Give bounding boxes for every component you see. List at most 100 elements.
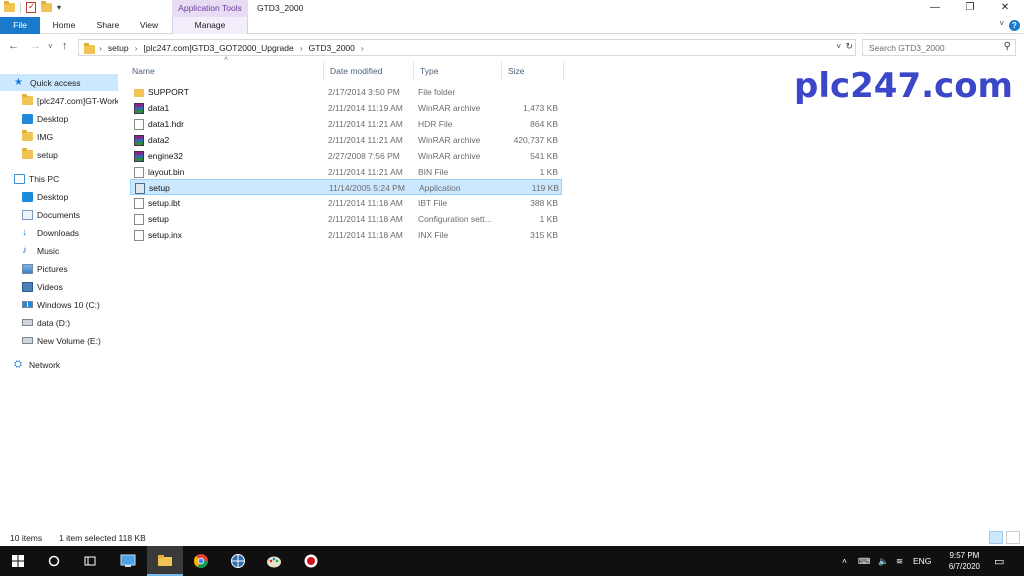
file-row[interactable]: layout.bin 2/11/2014 11:21 AM BIN File 1…	[130, 164, 562, 180]
breadcrumb-gtd3[interactable]: GTD3_2000	[309, 42, 355, 54]
taskbar-file-explorer[interactable]	[147, 546, 183, 576]
winrar-icon	[134, 135, 144, 146]
nav-item-quick-access[interactable]: ★ Quick access	[0, 74, 118, 91]
customize-qat-icon[interactable]: ▾	[57, 3, 61, 12]
file-row[interactable]: engine32 2/27/2008 7:56 PM WinRAR archiv…	[130, 148, 562, 164]
start-button[interactable]	[0, 546, 36, 576]
file-date: 2/11/2014 11:18 AM	[328, 198, 403, 208]
network-status-button[interactable]: ≋	[896, 546, 903, 576]
nav-item-label: Documents	[37, 209, 80, 220]
status-bar: 10 items 1 item selected 118 KB	[0, 530, 1024, 546]
help-icon[interactable]: ?	[1009, 20, 1020, 31]
file-date: 2/11/2014 11:21 AM	[328, 119, 403, 129]
record-icon	[304, 554, 318, 568]
recent-locations-icon[interactable]: ˅	[48, 42, 53, 51]
nav-item-desktop[interactable]: Desktop	[0, 110, 118, 127]
column-header-type[interactable]: Type	[414, 62, 502, 80]
large-icons-view-button[interactable]	[1006, 531, 1020, 544]
cortana-button[interactable]	[36, 546, 72, 576]
file-row[interactable]: data2 2/11/2014 11:21 AM WinRAR archive …	[130, 132, 562, 148]
taskbar-chrome[interactable]	[183, 546, 219, 576]
navigation-bar: ← → ˅ ↑ › setup › [plc247.com]GTD3_GOT20…	[0, 36, 1024, 58]
nav-item-setup[interactable]: setup	[0, 146, 118, 163]
column-header-size[interactable]: Size	[502, 62, 564, 80]
forward-arrow-icon[interactable]: →	[30, 40, 41, 52]
breadcrumb-upgrade[interactable]: [plc247.com]GTD3_GOT2000_Upgrade	[143, 42, 293, 54]
tab-share[interactable]: Share	[88, 17, 128, 34]
taskbar-app-globe[interactable]	[220, 546, 256, 576]
notification-icon: ▭	[994, 555, 1005, 568]
file-row[interactable]: setup.inx 2/11/2014 11:18 AM INX File 31…	[130, 227, 562, 243]
watermark-text: plc247.com	[794, 66, 1013, 106]
volume-button[interactable]: 🔈	[878, 546, 889, 576]
file-size: 420,737 KB	[513, 135, 558, 145]
folder-icon	[84, 43, 95, 54]
search-input[interactable]: Search GTD3_2000 ⚲	[862, 39, 1016, 56]
file-row-selected[interactable]: setup 11/14/2005 5:24 PM Application 119…	[130, 179, 562, 195]
nav-item-label: New Volume (E:)	[37, 335, 101, 346]
nav-item-pictures[interactable]: Pictures	[0, 260, 118, 277]
chrome-icon	[193, 554, 208, 568]
tab-file[interactable]: File	[0, 17, 40, 34]
folder-icon	[134, 89, 144, 97]
file-row[interactable]: SUPPORT 2/17/2014 3:50 PM File folder	[130, 84, 562, 100]
status-item-count: 10 items	[10, 533, 43, 543]
chevron-up-icon: ˄	[842, 556, 847, 566]
breadcrumb-setup[interactable]: setup	[108, 42, 129, 54]
task-view-button[interactable]	[72, 546, 108, 576]
properties-icon[interactable]	[26, 1, 36, 13]
file-name: SUPPORT	[148, 87, 189, 97]
tab-manage[interactable]: Manage	[172, 17, 248, 34]
close-button[interactable]: ✕	[988, 0, 1022, 17]
taskbar-app-control-panel[interactable]	[110, 546, 146, 576]
ime-indicator[interactable]: ⌨	[858, 546, 870, 576]
refresh-icon[interactable]: ↻	[845, 41, 853, 52]
nav-item-label: setup	[37, 149, 58, 160]
nav-item-data-d[interactable]: data (D:)	[0, 314, 118, 331]
file-row[interactable]: data1.hdr 2/11/2014 11:21 AM HDR File 86…	[130, 116, 562, 132]
speaker-icon: 🔈	[878, 555, 889, 566]
column-header-name[interactable]: Name	[126, 62, 324, 80]
details-view-button[interactable]	[989, 531, 1003, 544]
clock[interactable]: 9:57 PM 6/7/2020	[949, 550, 980, 572]
show-hidden-icons[interactable]: ˄	[842, 546, 847, 576]
taskbar-recorder[interactable]	[293, 546, 329, 576]
nav-item-plc247-gtworks[interactable]: [plc247.com]GT-Works	[0, 92, 118, 109]
file-row[interactable]: data1 2/11/2014 11:19 AM WinRAR archive …	[130, 100, 562, 116]
file-row[interactable]: setup.ibt 2/11/2014 11:18 AM IBT File 38…	[130, 195, 562, 211]
tab-view[interactable]: View	[130, 17, 168, 34]
download-icon: ↓	[22, 226, 27, 238]
nav-item-windows-c[interactable]: Windows 10 (C:)	[0, 296, 118, 313]
nav-item-pc-desktop[interactable]: Desktop	[0, 188, 118, 205]
chevron-right-icon: ›	[99, 43, 102, 53]
language-indicator[interactable]: ENG	[913, 546, 931, 576]
address-dropdown-icon[interactable]: ˅	[836, 42, 841, 51]
circle-icon	[48, 555, 60, 567]
folder-icon	[22, 148, 33, 159]
new-folder-icon[interactable]	[41, 1, 52, 12]
minimize-button[interactable]: —	[918, 0, 952, 17]
nav-item-documents[interactable]: Documents	[0, 206, 118, 223]
nav-item-music[interactable]: ♪ Music	[0, 242, 118, 259]
action-center-button[interactable]: ▭	[994, 546, 1004, 576]
file-size: 315 KB	[530, 230, 558, 240]
nav-item-network[interactable]: ⛭ Network	[0, 356, 118, 373]
file-name: data2	[148, 135, 170, 145]
nav-item-new-volume-e[interactable]: New Volume (E:)	[0, 332, 118, 349]
nav-item-downloads[interactable]: ↓ Downloads	[0, 224, 118, 241]
maximize-button[interactable]: ❐	[953, 0, 987, 17]
file-size: 119 KB	[531, 183, 559, 193]
up-arrow-icon[interactable]: ↑	[62, 40, 68, 52]
nav-item-videos[interactable]: Videos	[0, 278, 118, 295]
chevron-down-icon[interactable]: ˅	[999, 19, 1004, 28]
nav-item-this-pc[interactable]: This PC	[0, 170, 118, 187]
back-arrow-icon[interactable]: ←	[8, 40, 19, 52]
nav-item-img[interactable]: IMG	[0, 128, 118, 145]
file-row[interactable]: setup 2/11/2014 11:18 AM Configuration s…	[130, 211, 562, 227]
clock-time: 9:57 PM	[949, 551, 980, 560]
column-header-date[interactable]: Date modified	[324, 62, 414, 80]
address-bar[interactable]: › setup › [plc247.com]GTD3_GOT2000_Upgra…	[78, 39, 856, 56]
navigation-pane: ★ Quick access [plc247.com]GT-Works Desk…	[0, 70, 118, 530]
taskbar-app-paint[interactable]	[256, 546, 292, 576]
tab-home[interactable]: Home	[44, 17, 84, 34]
